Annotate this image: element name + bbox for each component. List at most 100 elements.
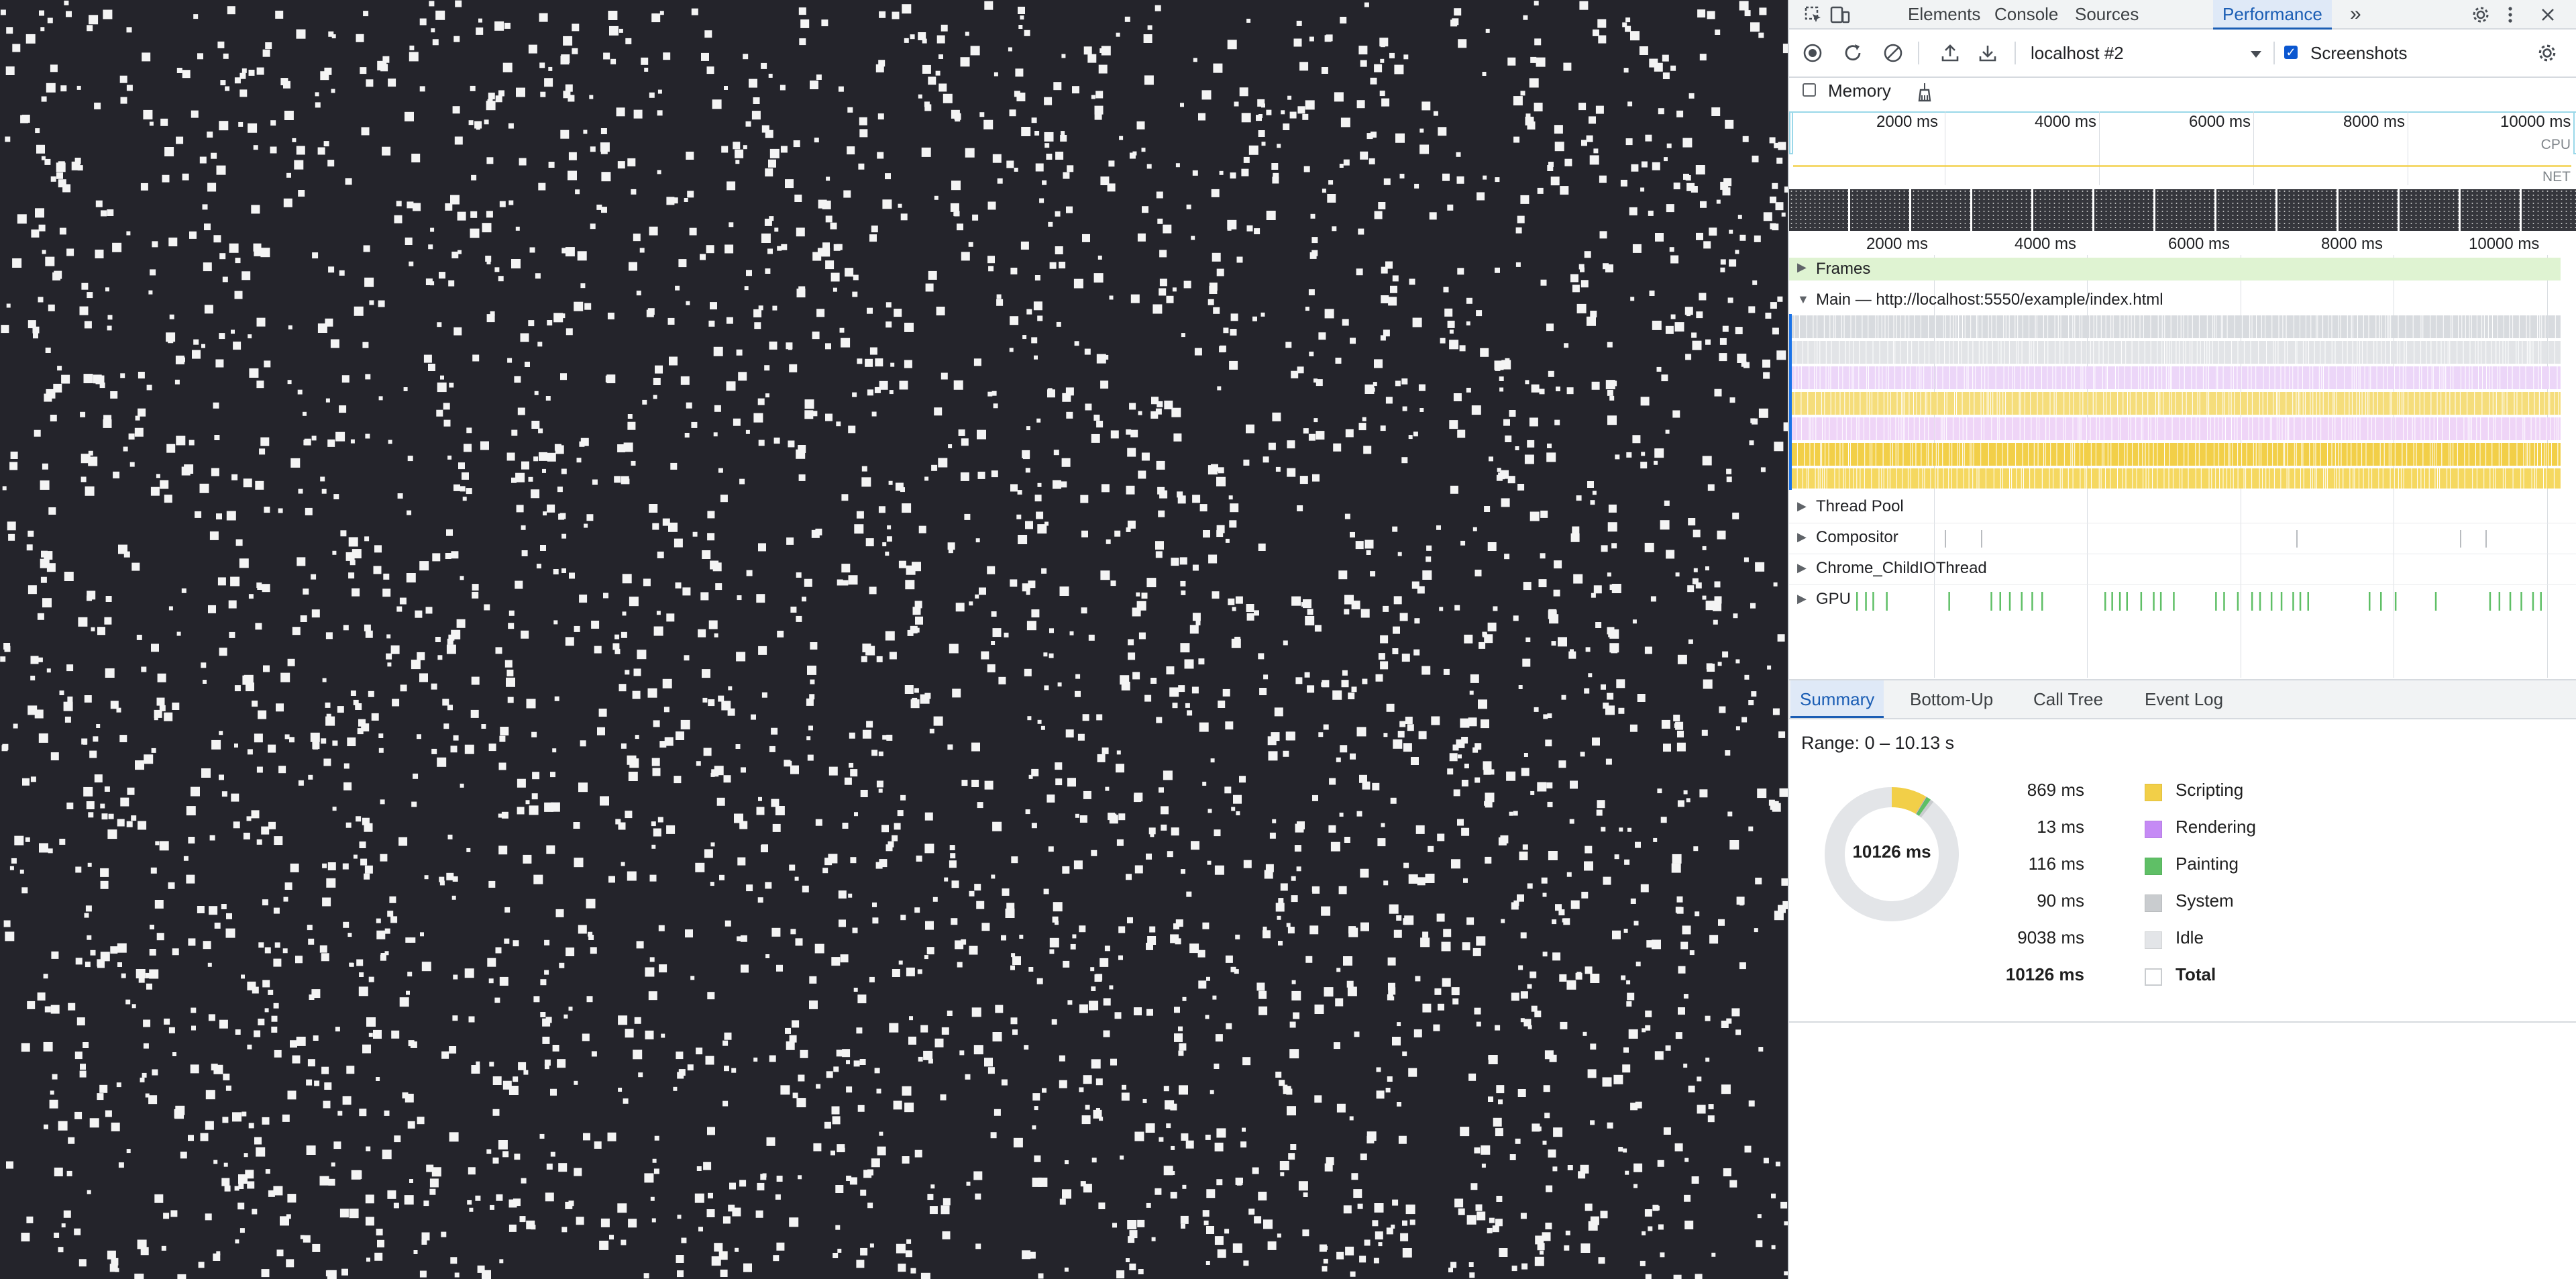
flame-event[interactable] [2373,392,2377,415]
flame-event[interactable] [1982,366,1985,389]
flame-event[interactable] [2449,443,2451,466]
overview-right-handle[interactable] [2573,111,2576,154]
download-icon[interactable] [1974,40,2001,66]
flame-event[interactable] [2332,315,2339,338]
flame-event[interactable] [1829,417,1837,440]
flame-event[interactable] [2267,392,2273,415]
flame-event[interactable] [2386,341,2390,364]
flame-event[interactable] [2263,366,2269,389]
flame-event[interactable] [1956,315,1958,338]
flame-event[interactable] [1842,315,1844,338]
flame-event[interactable] [2328,443,2332,466]
flame-event[interactable] [1999,417,2005,440]
flame-event[interactable] [2492,443,2499,466]
flame-event[interactable] [1809,366,1815,389]
flame-event[interactable] [2465,366,2469,389]
flame-event[interactable] [2055,341,2060,364]
flame-event[interactable] [2334,468,2337,489]
flame-event[interactable] [1955,392,1956,415]
flame-event[interactable] [1840,392,1845,415]
flame-event[interactable] [2286,417,2287,440]
flame-event[interactable] [2367,341,2374,364]
flame-event[interactable] [2488,315,2492,338]
flame-event[interactable] [2081,341,2087,364]
flame-event[interactable] [1953,417,1960,440]
flame-event[interactable] [2313,392,2316,415]
flame-event[interactable] [2184,443,2188,466]
flame-event[interactable] [2060,468,2062,489]
flame-event[interactable] [1801,366,1809,389]
flame-event[interactable] [2256,366,2263,389]
flame-event[interactable] [2241,392,2247,415]
flame-event[interactable] [2004,315,2006,338]
flame-event[interactable] [2549,443,2552,466]
flame-event[interactable] [2108,341,2115,364]
flame-event[interactable] [2518,341,2522,364]
flame-event[interactable] [2335,341,2343,364]
flame-event[interactable] [2457,341,2463,364]
flame-event[interactable] [2539,392,2544,415]
flame-event[interactable] [2182,392,2186,415]
flame-event[interactable] [1973,341,1979,364]
flame-event[interactable] [2349,392,2352,415]
flame-event[interactable] [2502,417,2510,440]
flame-event[interactable] [2196,443,2199,466]
flame-event[interactable] [2253,417,2259,440]
flame-event[interactable] [2063,341,2069,364]
flame-event[interactable] [2080,392,2083,415]
flame-event[interactable] [2555,315,2561,338]
close-icon[interactable] [2536,3,2560,27]
flame-event[interactable] [2290,366,2293,389]
flame-event[interactable] [2143,315,2151,338]
flame-event[interactable] [2112,417,2118,440]
flame-event[interactable] [2163,392,2169,415]
reload-record-button[interactable] [1839,40,1866,66]
flame-event[interactable] [2212,468,2216,489]
flame-event[interactable] [1937,392,1945,415]
flame-event[interactable] [1979,341,1983,364]
flame-event[interactable] [2176,392,2182,415]
flame-event[interactable] [1984,417,1992,440]
flame-event[interactable] [2449,417,2457,440]
memory-checkbox[interactable] [1803,83,1816,97]
flame-event[interactable] [2369,392,2373,415]
flame-event[interactable] [1870,392,1872,415]
flame-event[interactable] [1808,341,1815,364]
flame-event[interactable] [1968,366,1973,389]
flame-event[interactable] [2145,366,2149,389]
flame-event[interactable] [2049,417,2056,440]
flame-event[interactable] [2430,315,2436,338]
flame-event[interactable] [2213,315,2214,338]
flame-event[interactable] [2559,392,2561,415]
flame-event[interactable] [2006,315,2009,338]
flame-event[interactable] [2530,315,2537,338]
flame-event[interactable] [2259,468,2263,489]
compositor-track[interactable]: ▶ Compositor [1789,523,2576,554]
flame-event[interactable] [2337,392,2345,415]
flame-event[interactable] [2517,392,2522,415]
flame-event[interactable] [2000,468,2002,489]
flame-event[interactable] [1944,417,1947,440]
flame-event[interactable] [1950,366,1957,389]
flame-event[interactable] [2019,392,2021,415]
flame-event[interactable] [2110,392,2118,415]
flame-event[interactable] [2247,443,2253,466]
screenshot-thumbnail[interactable] [2155,189,2214,231]
flame-event[interactable] [2376,417,2383,440]
flame-event[interactable] [1888,468,1890,489]
flame-event[interactable] [2031,392,2037,415]
flame-event[interactable] [2440,366,2442,389]
flame-event[interactable] [1963,417,1967,440]
flame-event[interactable] [2365,392,2367,415]
flame-event[interactable] [1801,392,1808,415]
flame-event[interactable] [2017,468,2021,489]
flame-event[interactable] [2436,315,2443,338]
flame-event[interactable] [2352,366,2354,389]
flame-event[interactable] [1831,366,1839,389]
flame-event[interactable] [2323,392,2328,415]
flame-event[interactable] [1792,366,1795,389]
gpu-event[interactable] [2394,592,2397,611]
flame-event[interactable] [2504,315,2510,338]
flame-event[interactable] [1822,443,1825,466]
flame-event[interactable] [2178,315,2181,338]
